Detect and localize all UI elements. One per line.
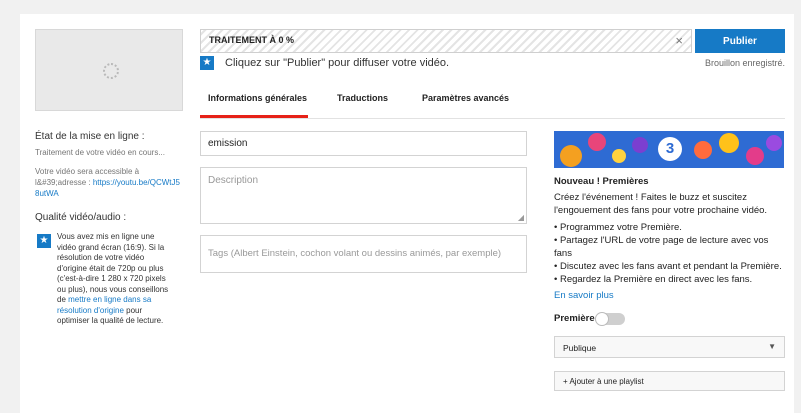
tab-general-info[interactable]: Informations générales bbox=[208, 93, 307, 117]
premieres-banner: 3 bbox=[554, 131, 784, 168]
resize-handle-icon[interactable]: ◢ bbox=[518, 213, 524, 222]
banner-character bbox=[560, 145, 582, 167]
visibility-select[interactable]: Publique ▼ bbox=[554, 336, 785, 358]
upload-card: TRAITEMENT À 0 % × Publier Brouillon enr… bbox=[20, 14, 794, 413]
toggle-knob bbox=[595, 312, 609, 326]
premiere-toggle[interactable] bbox=[595, 312, 625, 326]
learn-more-link[interactable]: En savoir plus bbox=[554, 290, 786, 301]
chevron-down-icon: ▼ bbox=[768, 342, 776, 351]
publish-button[interactable]: Publier bbox=[695, 29, 785, 53]
video-thumbnail bbox=[35, 29, 183, 111]
loading-spinner-icon bbox=[103, 63, 119, 79]
add-to-playlist-button[interactable]: + Ajouter à une playlist bbox=[554, 371, 785, 391]
accessible-text: Votre vidéo sera accessible à l&#39;adre… bbox=[35, 166, 183, 199]
quality-text: Vous avez mis en ligne une vidéo grand é… bbox=[57, 232, 175, 327]
premieres-title: Nouveau ! Premières bbox=[554, 176, 649, 187]
publish-hint: Cliquez sur "Publier" pour diffuser votr… bbox=[225, 57, 450, 69]
quality-text-before: Vous avez mis en ligne une vidéo grand é… bbox=[57, 232, 169, 304]
draft-status: Brouillon enregistré. bbox=[704, 58, 785, 68]
close-icon[interactable]: × bbox=[675, 33, 683, 48]
description-placeholder: Description bbox=[208, 175, 259, 186]
banner-character bbox=[746, 147, 764, 165]
banner-character bbox=[612, 149, 626, 163]
upload-status-panel: État de la mise en ligne : Traitement de… bbox=[35, 131, 183, 327]
premieres-panel: 3 Nouveau ! Premières Créez l'événement … bbox=[554, 131, 786, 391]
tab-translations[interactable]: Traductions bbox=[337, 93, 388, 117]
banner-character bbox=[694, 141, 712, 159]
processing-progress-bar: TRAITEMENT À 0 % × bbox=[200, 29, 692, 53]
banner-character bbox=[766, 135, 782, 151]
processing-text: Traitement de votre vidéo en cours... bbox=[35, 148, 165, 157]
premieres-body: Créez l'événement ! Faites le buzz et su… bbox=[554, 191, 786, 286]
premieres-bullet: • Programmez votre Première. bbox=[554, 222, 682, 233]
visibility-value: Publique bbox=[563, 343, 597, 353]
description-textarea[interactable]: Description ◢ bbox=[200, 167, 527, 224]
tab-divider bbox=[200, 118, 785, 119]
banner-character bbox=[588, 133, 606, 151]
quality-notice: ★ Vous avez mis en ligne une vidéo grand… bbox=[35, 232, 183, 327]
premiere-toggle-row: Première bbox=[554, 312, 786, 327]
premieres-bullet: • Partagez l'URL de votre page de lectur… bbox=[554, 235, 769, 259]
banner-character bbox=[632, 137, 648, 153]
star-icon: ★ bbox=[200, 56, 214, 70]
premieres-bullet: • Regardez la Première en direct avec le… bbox=[554, 274, 753, 285]
tab-bar: Informations générales Traductions Param… bbox=[200, 93, 540, 118]
premiere-toggle-label: Première bbox=[554, 313, 595, 324]
countdown-badge: 3 bbox=[658, 137, 682, 161]
tags-input[interactable]: Tags (Albert Einstein, cochon volant ou … bbox=[200, 235, 527, 273]
banner-character bbox=[719, 133, 739, 153]
quality-title: Qualité vidéo/audio : bbox=[35, 212, 127, 223]
processing-label: TRAITEMENT À 0 % bbox=[209, 35, 295, 45]
add-to-playlist-label: + Ajouter à une playlist bbox=[563, 377, 644, 386]
upload-status-title: État de la mise en ligne : bbox=[35, 131, 145, 142]
title-input[interactable]: emission bbox=[200, 131, 527, 156]
star-icon: ★ bbox=[37, 234, 51, 248]
tab-advanced-settings[interactable]: Paramètres avancés bbox=[422, 93, 509, 117]
premieres-bullet: • Discutez avec les fans avant et pendan… bbox=[554, 261, 782, 272]
premieres-intro: Créez l'événement ! Faites le buzz et su… bbox=[554, 192, 768, 216]
